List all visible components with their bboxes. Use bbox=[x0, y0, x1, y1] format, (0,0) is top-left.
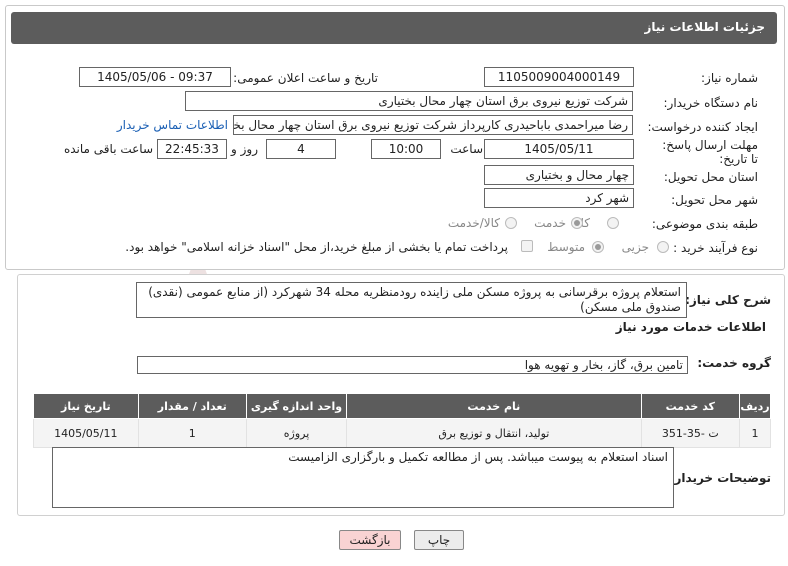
purchase-option-medium: متوسط bbox=[547, 240, 585, 254]
category-radio-goods[interactable] bbox=[607, 217, 619, 229]
remaining-days-field: 4 bbox=[266, 139, 336, 159]
col-quantity: تعداد / مقدار bbox=[137, 393, 247, 419]
cell-quantity: 1 bbox=[137, 418, 247, 448]
category-option-service: خدمت bbox=[534, 216, 566, 230]
need-number-label: شماره نیاز: bbox=[701, 71, 758, 85]
announce-datetime-label: تاریخ و ساعت اعلان عمومی: bbox=[233, 71, 378, 85]
request-creator-field: رضا میراحمدی باباحیدری کارپرداز شرکت توز… bbox=[233, 115, 633, 135]
remaining-time-label: ساعت باقی مانده bbox=[63, 142, 153, 156]
cell-need-date: 1405/05/11 bbox=[33, 418, 139, 448]
category-radio-goods-service[interactable] bbox=[505, 217, 517, 229]
deadline-hour-label: ساعت bbox=[450, 142, 483, 156]
services-table: ردیف کد خدمت نام خدمت واحد اندازه گیری ت… bbox=[33, 393, 771, 448]
cell-row: 1 bbox=[739, 418, 771, 448]
announce-datetime-field: 1405/05/06 - 09:37 bbox=[79, 67, 231, 87]
need-summary-label: شرح کلی نیاز: bbox=[685, 293, 771, 307]
treasury-payment-note: پرداخت تمام یا بخشی از مبلغ خرید،از محل … bbox=[125, 240, 508, 254]
deadline-label: مهلت ارسال پاسخ: تا تاریخ: bbox=[662, 138, 758, 166]
purchase-type-label: نوع فرآیند خرید : bbox=[673, 241, 758, 255]
request-creator-label: ایجاد کننده درخواست: bbox=[647, 120, 758, 134]
cell-service-code: ت -35-351 bbox=[640, 418, 741, 448]
city-field: شهر کرد bbox=[484, 188, 634, 208]
purchase-option-minor: جزیی bbox=[621, 240, 649, 254]
days-label: روز و bbox=[231, 142, 258, 156]
buyer-org-label: نام دستگاه خریدار: bbox=[663, 96, 759, 110]
deadline-time-field: 10:00 bbox=[371, 139, 441, 159]
need-number-field: 1105009004000149 bbox=[484, 67, 634, 87]
city-label: شهر محل تحویل: bbox=[671, 193, 758, 207]
col-row: ردیف bbox=[739, 393, 771, 419]
province-field: چهار محال و بختیاری bbox=[484, 165, 634, 185]
services-section-title: اطلاعات خدمات مورد نیاز bbox=[615, 320, 766, 334]
service-group-field: تامین برق، گاز، بخار و تهویه هوا bbox=[137, 356, 688, 374]
buyer-contact-link[interactable]: اطلاعات تماس خریدار bbox=[117, 118, 228, 132]
buyer-notes-text: اسناد استعلام به پیوست میباشد. پس از مطا… bbox=[52, 447, 674, 508]
service-group-label: گروه خدمت: bbox=[697, 356, 771, 370]
print-button[interactable]: چاپ bbox=[414, 530, 464, 550]
category-radio-service[interactable] bbox=[571, 217, 583, 229]
cell-unit: پروژه bbox=[245, 418, 348, 448]
province-label: استان محل تحویل: bbox=[663, 170, 758, 184]
purchase-radio-minor[interactable] bbox=[657, 241, 669, 253]
col-service-name: نام خدمت bbox=[346, 393, 642, 419]
category-label: طبقه بندی موضوعی: bbox=[651, 217, 758, 231]
col-need-date: تاریخ نیاز bbox=[33, 393, 139, 419]
need-summary-text: استعلام پروژه برقرسانی به پروژه مسکن ملی… bbox=[136, 282, 687, 318]
treasury-payment-checkbox[interactable] bbox=[521, 240, 533, 252]
col-unit: واحد اندازه گیری bbox=[245, 393, 348, 419]
category-option-goods-service: کالا/خدمت bbox=[447, 216, 500, 230]
page-title: جزئیات اطلاعات نیاز bbox=[644, 20, 765, 34]
remaining-time-field: 22:45:33 bbox=[157, 139, 227, 159]
buyer-org-field: شرکت توزیع نیروی برق استان چهار محال بخت… bbox=[185, 91, 633, 111]
col-service-code: کد خدمت bbox=[640, 393, 741, 419]
header-bar: جزئیات اطلاعات نیاز bbox=[11, 12, 777, 44]
table-row: 1 ت -35-351 تولید، انتقال و توزیع برق پر… bbox=[33, 418, 771, 448]
buyer-notes-label: توضیحات خریدار: bbox=[669, 471, 771, 485]
services-table-header: ردیف کد خدمت نام خدمت واحد اندازه گیری ت… bbox=[33, 393, 771, 419]
cell-service-name: تولید، انتقال و توزیع برق bbox=[346, 418, 642, 448]
deadline-date-field: 1405/05/11 bbox=[484, 139, 634, 159]
purchase-radio-medium[interactable] bbox=[592, 241, 604, 253]
back-button[interactable]: بازگشت bbox=[339, 530, 401, 550]
